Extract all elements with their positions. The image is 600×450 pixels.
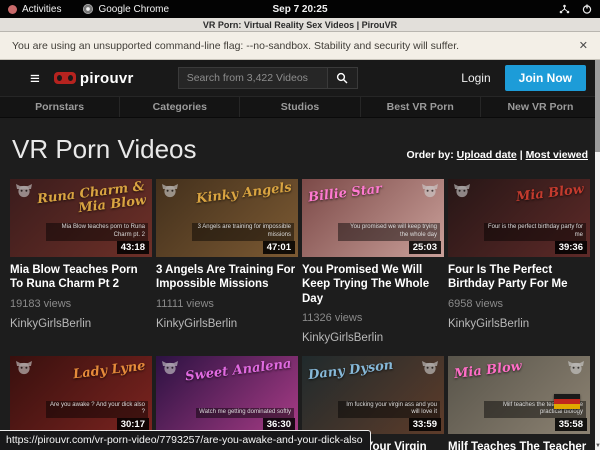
video-views: 6958 views — [448, 298, 590, 310]
video-studio-link[interactable]: KinkyGirlsBerlin — [10, 318, 152, 330]
studio-cat-logo-icon — [421, 360, 439, 375]
site-logo-text: pirouvr — [80, 70, 134, 87]
video-title-link[interactable]: Milf Teaches The Teacher Some Practical … — [448, 440, 590, 450]
video-thumbnail[interactable]: Kinky Angels 3 Angels are training for i… — [156, 179, 298, 257]
thumbnail-caption: Are you awake ? And your dick also ? — [46, 401, 148, 419]
infobar-message: You are using an unsupported command-lin… — [12, 40, 459, 52]
search-icon — [336, 72, 348, 84]
page-head: VR Porn Videos Order by: Upload date | M… — [0, 118, 600, 179]
video-title-link[interactable]: Mia Blow Teaches Porn To Runa Charm Pt 2 — [10, 263, 152, 292]
clock[interactable]: Sep 7 20:25 — [272, 4, 327, 15]
thumbnail-caption: Im fucking your virgin ass and you will … — [338, 401, 440, 419]
video-thumbnail[interactable]: Mia Blow Four is the perfect birthday pa… — [448, 179, 590, 257]
power-icon[interactable] — [582, 4, 592, 14]
browser-viewport: ≡ pirouvr Login Join Now Pornstars Categ… — [0, 60, 600, 450]
thumbnail-caption: 3 Angels are training for impossible mis… — [192, 223, 294, 241]
video-card: Mia Blow Milf teaches the teacher some p… — [448, 356, 590, 450]
search-box — [178, 67, 358, 89]
video-studio-link[interactable]: KinkyGirlsBerlin — [448, 318, 590, 330]
login-link[interactable]: Login — [461, 71, 490, 85]
duration-badge: 43:18 — [117, 241, 149, 254]
order-upload-date-link[interactable]: Upload date — [457, 149, 517, 161]
main-nav: Pornstars Categories Studios Best VR Por… — [0, 96, 600, 118]
order-most-viewed-link[interactable]: Most viewed — [526, 149, 588, 161]
site-header: ≡ pirouvr Login Join Now — [0, 60, 600, 96]
video-title-link[interactable]: Four Is The Perfect Birthday Party For M… — [448, 263, 590, 292]
network-icon[interactable] — [559, 4, 570, 14]
join-now-button[interactable]: Join Now — [505, 65, 586, 91]
video-studio-link[interactable]: KinkyGirlsBerlin — [156, 318, 298, 330]
video-card: Billie Star You promised we will keep tr… — [302, 179, 444, 344]
duration-badge: 35:58 — [555, 418, 587, 431]
video-thumbnail[interactable]: Billie Star You promised we will keep tr… — [302, 179, 444, 257]
nav-item-pornstars[interactable]: Pornstars — [0, 97, 120, 117]
thumbnail-model-name: Mia Blow — [515, 183, 584, 205]
thumbnail-model-name: Runa Charm & Mia Blow — [31, 180, 147, 221]
window-title: VR Porn: Virtual Reality Sex Videos | Pi… — [203, 20, 397, 30]
video-views: 19183 views — [10, 298, 152, 310]
video-thumbnail[interactable]: Sweet Analena Watch me getting dominated… — [156, 356, 298, 434]
scrollbar-down-arrow-icon[interactable]: ▼ — [595, 443, 600, 449]
video-title-link[interactable]: You Promised We Will Keep Trying The Who… — [302, 263, 444, 306]
vr-goggles-icon — [54, 72, 76, 84]
scrollbar-thumb[interactable] — [595, 60, 600, 152]
order-by: Order by: Upload date | Most viewed — [406, 149, 588, 165]
video-card: Runa Charm & Mia Blow Mia Blow teaches p… — [10, 179, 152, 344]
studio-cat-logo-icon — [161, 360, 179, 375]
system-top-bar: Activities Google Chrome Sep 7 20:25 — [0, 0, 600, 18]
thumbnail-model-name: Dany Dyson — [307, 359, 394, 383]
order-by-label: Order by: — [406, 149, 453, 161]
video-thumbnail[interactable]: Lady Lyne Are you awake ? And your dick … — [10, 356, 152, 434]
studio-cat-logo-icon — [161, 183, 179, 198]
thumbnail-model-name: Lady Lyne — [73, 360, 147, 382]
nav-item-studios[interactable]: Studios — [240, 97, 360, 117]
studio-cat-logo-icon — [421, 183, 439, 198]
video-views: 11326 views — [302, 312, 444, 324]
sandbox-warning-infobar: You are using an unsupported command-lin… — [0, 32, 600, 60]
thumbnail-model-name: Kinky Angels — [196, 181, 293, 206]
nav-item-categories[interactable]: Categories — [120, 97, 240, 117]
order-separator: | — [520, 149, 523, 161]
scrollbar[interactable]: ▼ — [595, 60, 600, 450]
page-title: VR Porn Videos — [12, 134, 197, 165]
video-studio-link[interactable]: KinkyGirlsBerlin — [302, 332, 444, 344]
thumbnail-caption: Four is the perfect birthday party for m… — [484, 223, 586, 241]
duration-badge: 25:03 — [409, 241, 441, 254]
studio-cat-logo-icon — [15, 360, 33, 375]
nav-item-best-vr-porn[interactable]: Best VR Porn — [361, 97, 481, 117]
thumbnail-caption: You promised we will keep trying the who… — [338, 223, 440, 241]
studio-cat-logo-icon — [567, 360, 585, 375]
duration-badge: 33:59 — [409, 418, 441, 431]
thumbnail-model-name: Mia Blow — [453, 360, 522, 382]
activities-button[interactable]: Activities — [22, 4, 61, 15]
video-views: 11111 views — [156, 298, 298, 310]
video-grid: Runa Charm & Mia Blow Mia Blow teaches p… — [10, 179, 590, 450]
focused-app-label[interactable]: Google Chrome — [98, 4, 169, 15]
duration-badge: 39:36 — [555, 241, 587, 254]
status-url-bubble: https://pirouvr.com/vr-porn-video/779325… — [0, 430, 371, 450]
nav-item-new-vr-porn[interactable]: New VR Porn — [481, 97, 600, 117]
chrome-icon — [83, 4, 93, 14]
video-card: Mia Blow Four is the perfect birthday pa… — [448, 179, 590, 344]
search-input[interactable] — [178, 67, 328, 89]
video-thumbnail[interactable]: Dany Dyson Im fucking your virgin ass an… — [302, 356, 444, 434]
video-thumbnail[interactable]: Mia Blow Milf teaches the teacher some p… — [448, 356, 590, 434]
thumbnail-caption: Watch me getting dominated softly — [196, 408, 294, 418]
thumbnail-model-name: Sweet Analena — [185, 358, 293, 385]
studio-cat-logo-icon — [453, 183, 471, 198]
german-flag-icon — [554, 394, 580, 409]
video-title-link[interactable]: 3 Angels Are Training For Impossible Mis… — [156, 263, 298, 292]
search-button[interactable] — [328, 67, 358, 89]
site-logo[interactable]: pirouvr — [54, 70, 134, 87]
thumbnail-caption: Mia Blow teaches porn to Runa Charm pt. … — [46, 223, 148, 241]
thumbnail-model-name: Billie Star — [307, 183, 382, 206]
window-titlebar[interactable]: VR Porn: Virtual Reality Sex Videos | Pi… — [0, 18, 600, 32]
hamburger-menu-icon[interactable]: ≡ — [30, 70, 40, 87]
close-icon[interactable]: ✕ — [579, 39, 588, 52]
activities-icon — [8, 5, 17, 14]
video-card: Kinky Angels 3 Angels are training for i… — [156, 179, 298, 344]
video-thumbnail[interactable]: Runa Charm & Mia Blow Mia Blow teaches p… — [10, 179, 152, 257]
duration-badge: 47:01 — [263, 241, 295, 254]
